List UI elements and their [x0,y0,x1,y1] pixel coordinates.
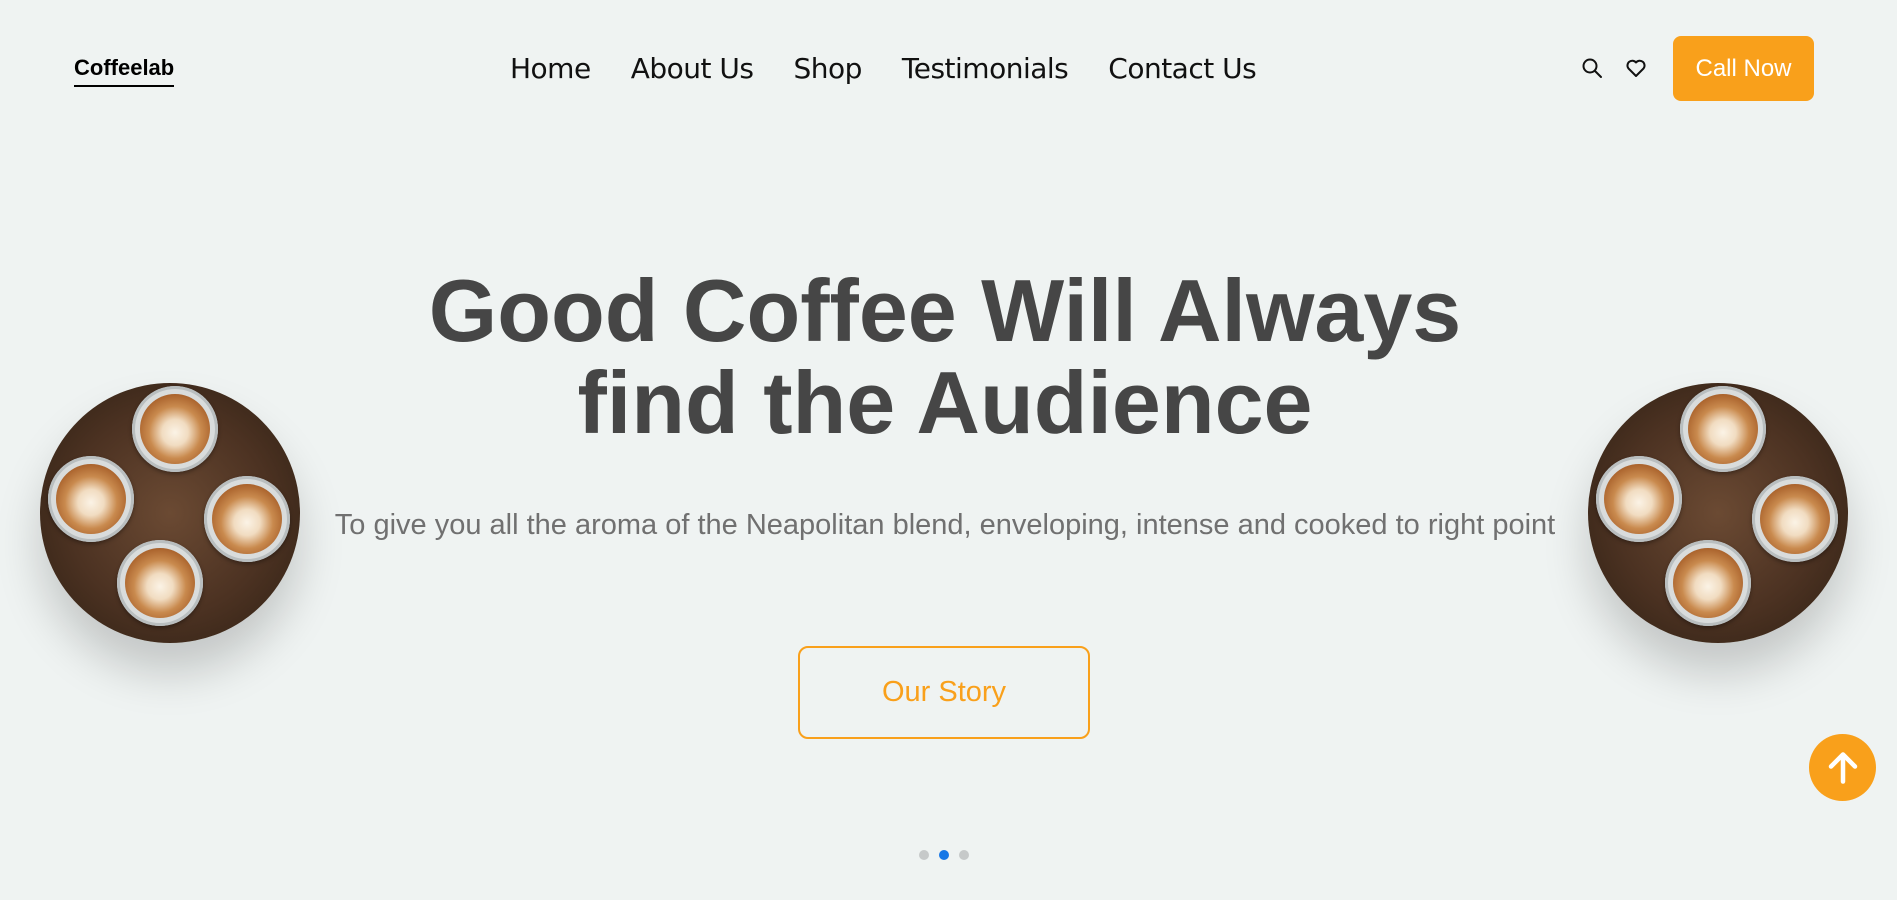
search-icon[interactable] [1578,54,1606,82]
brand-logo[interactable]: Coffeelab [74,55,175,87]
carousel-dot-3[interactable] [959,850,969,860]
carousel-dots [919,850,969,860]
call-now-button[interactable]: Call Now [1673,36,1814,101]
page: Coffeelab Home About Us Shop Testimonial… [0,0,1897,900]
coffee-tray-image-right [1588,383,1848,643]
coffee-tray-image-left [40,383,300,643]
hero-title-line-2: find the Audience [577,353,1313,452]
nav-item-about-us[interactable]: About Us [631,50,754,88]
hero-title: Good Coffee Will Always find the Audienc… [300,265,1590,449]
heart-icon[interactable] [1622,54,1650,82]
nav-item-testimonials[interactable]: Testimonials [902,50,1069,88]
hero-subtitle: To give you all the aroma of the Neapoli… [334,509,1556,541]
carousel-dot-2[interactable] [939,850,949,860]
carousel-dot-1[interactable] [919,850,929,860]
nav-item-contact-us[interactable]: Contact Us [1108,50,1256,88]
hero-title-line-1: Good Coffee Will Always [428,261,1462,360]
nav-item-home[interactable]: Home [510,50,591,88]
nav-item-shop[interactable]: Shop [793,50,862,88]
our-story-button[interactable]: Our Story [798,646,1090,739]
scroll-to-top-button[interactable] [1809,734,1876,801]
main-nav: Home About Us Shop Testimonials Contact … [510,50,1257,88]
arrow-up-icon [1828,751,1857,784]
